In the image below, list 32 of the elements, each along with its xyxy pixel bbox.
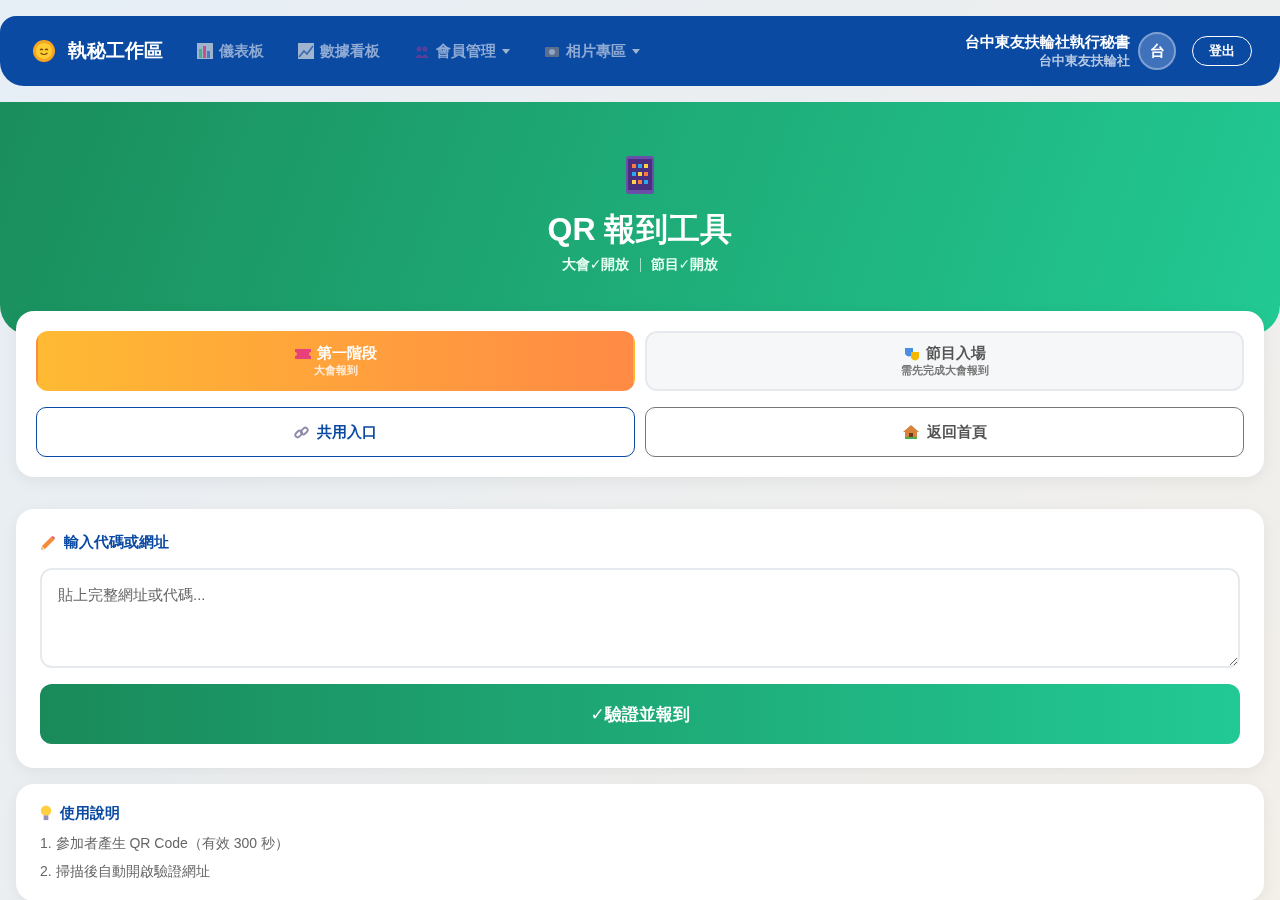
light-bulb-icon — [40, 805, 52, 822]
user-avatar[interactable]: 台 — [1138, 32, 1176, 70]
stage-tab[interactable]: 節目入場 需先完成大會報到 — [645, 331, 1244, 391]
pencil-icon — [40, 534, 56, 551]
nav-link[interactable]: 數據看板 — [298, 41, 380, 61]
bar-chart-icon — [197, 43, 213, 59]
section-heading: 使用說明 — [60, 804, 120, 823]
verify-button[interactable]: ✓驗證並報到 — [40, 684, 1240, 744]
sun-face-icon — [32, 39, 56, 63]
status-text: 節目✓開放 — [650, 256, 719, 274]
club-name: 台中東友扶輪社 — [1039, 51, 1130, 70]
nav-link[interactable]: 相片專區 — [544, 41, 640, 61]
ticket-icon — [294, 348, 311, 359]
link-icon — [294, 424, 309, 440]
building-icon — [626, 156, 654, 194]
instruction-text: 2. 掃描後自動開啟驗證網址 — [40, 863, 211, 881]
brand-title[interactable]: 執秘工作區 — [68, 38, 163, 64]
user-name: 台中東友扶輪社執行秘書 — [965, 32, 1130, 52]
page-title: QR 報到工具 — [547, 210, 733, 249]
instruction-text: 1. 參加者產生 QR Code（有效 300 秒） — [40, 835, 290, 853]
line-chart-icon — [298, 43, 314, 59]
theater-masks-icon — [903, 345, 920, 362]
nav-link[interactable]: 會員管理 — [414, 41, 510, 61]
code-input-field[interactable]: 貼上完整網址或代碼... — [40, 568, 1240, 668]
nav-link[interactable]: 儀表板 — [197, 41, 264, 61]
link-button[interactable]: 共用入口 — [36, 407, 635, 457]
section-heading: 輸入代碼或網址 — [64, 533, 169, 552]
caret-icon — [632, 48, 640, 54]
link-button[interactable]: 返回首頁 — [645, 407, 1244, 457]
caret-icon — [502, 48, 510, 54]
house-icon — [902, 424, 919, 440]
status-text: 大會✓開放 — [561, 256, 630, 274]
